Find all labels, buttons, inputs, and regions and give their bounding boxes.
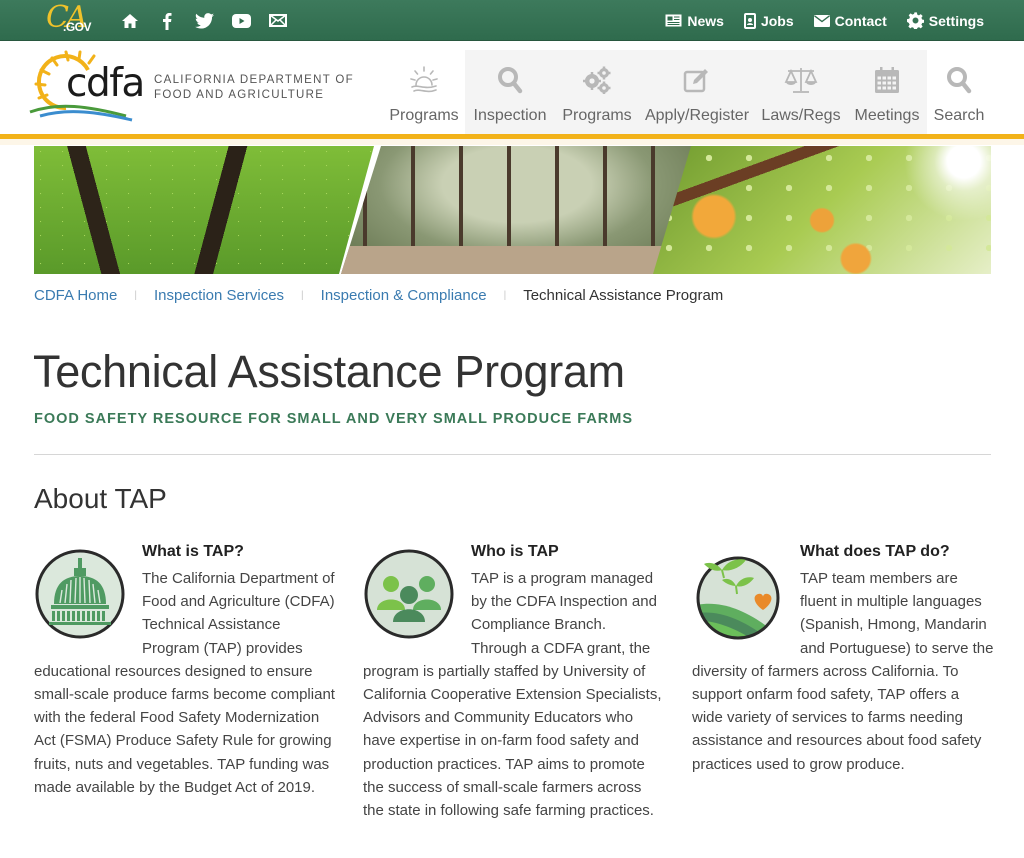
badge-icon bbox=[743, 12, 756, 29]
contact-label: Contact bbox=[834, 12, 887, 29]
page-title: Technical Assistance Program bbox=[33, 346, 625, 397]
page-subtitle: FOOD SAFETY RESOURCE FOR SMALL AND VERY … bbox=[34, 411, 634, 427]
section-divider bbox=[34, 454, 991, 455]
about-column-what: What is TAP? The California Department o… bbox=[34, 540, 336, 799]
settings-label: Settings bbox=[928, 12, 984, 29]
gears-icon bbox=[582, 65, 612, 95]
envelope-icon bbox=[813, 14, 830, 27]
nav-label: Inspection bbox=[473, 107, 547, 124]
newspaper-icon bbox=[665, 14, 682, 27]
settings-link[interactable]: Settings bbox=[906, 12, 984, 29]
ca-gov-logo[interactable]: CA .GOV bbox=[46, 0, 96, 38]
hero-image-orchard bbox=[341, 146, 693, 274]
nav-item-meetings[interactable]: Meetings bbox=[847, 50, 927, 136]
department-name: CALIFORNIA DEPARTMENT OF FOOD AND AGRICU… bbox=[154, 73, 354, 103]
nav-label: Laws/Regs bbox=[761, 107, 841, 124]
magnifier-icon bbox=[497, 65, 523, 95]
breadcrumb-separator: | bbox=[134, 289, 137, 301]
breadcrumb-inspection-compliance[interactable]: Inspection & Compliance bbox=[321, 287, 487, 304]
header-accent-shadow bbox=[0, 139, 1024, 145]
nav-item-search[interactable]: Search bbox=[927, 50, 991, 136]
scales-icon bbox=[784, 65, 818, 95]
jobs-label: Jobs bbox=[760, 12, 794, 29]
search-icon bbox=[946, 65, 972, 95]
news-link[interactable]: News bbox=[665, 13, 724, 29]
section-title: About TAP bbox=[34, 483, 167, 514]
breadcrumb: CDFA Home | Inspection Services | Inspec… bbox=[34, 285, 723, 305]
youtube-icon[interactable] bbox=[231, 11, 251, 31]
nav-item-laws-regs[interactable]: Laws/Regs bbox=[755, 50, 847, 136]
nav-label: Search bbox=[933, 107, 985, 124]
about-column-what-does: What does TAP do? TAP team members are f… bbox=[692, 540, 994, 776]
department-name-line-2: FOOD AND AGRICULTURE bbox=[154, 89, 325, 101]
nav-label: Meetings bbox=[854, 107, 920, 124]
social-links bbox=[120, 0, 288, 41]
facebook-icon[interactable] bbox=[157, 11, 177, 31]
nav-item-apply-register[interactable]: Apply/Register bbox=[639, 50, 755, 136]
edit-icon bbox=[683, 65, 711, 95]
jobs-link[interactable]: Jobs bbox=[743, 12, 794, 29]
nav-label: Programs bbox=[389, 107, 459, 124]
email-icon[interactable] bbox=[268, 11, 288, 31]
capitol-dome-icon bbox=[34, 548, 126, 640]
hero-banner bbox=[34, 146, 991, 274]
nav-item-inspection[interactable]: Inspection bbox=[465, 50, 555, 136]
main-nav: Programs Inspection Programs Apply/Regis… bbox=[383, 50, 991, 136]
news-label: News bbox=[687, 12, 724, 29]
nav-label: Apply/Register bbox=[644, 107, 750, 124]
breadcrumb-current: Technical Assistance Program bbox=[523, 286, 724, 304]
cdfa-logo-word: cdfa bbox=[66, 61, 145, 106]
breadcrumb-cdfa-home[interactable]: CDFA Home bbox=[34, 287, 117, 304]
people-group-icon bbox=[363, 548, 455, 640]
home-icon[interactable] bbox=[120, 11, 140, 31]
cdfa-logo[interactable]: cdfa bbox=[28, 46, 148, 126]
farm-field-icon bbox=[692, 548, 784, 640]
utility-links: News Jobs Contact Settings bbox=[665, 0, 984, 41]
hero-image-lettuce-field bbox=[34, 146, 374, 274]
branding-header: cdfa CALIFORNIA DEPARTMENT OF FOOD AND A… bbox=[0, 42, 1024, 136]
ca-gov-logo-gov: .GOV bbox=[63, 20, 92, 34]
nav-item-programs-home[interactable]: Programs bbox=[383, 50, 465, 136]
contact-link[interactable]: Contact bbox=[813, 12, 887, 29]
calendar-icon bbox=[874, 65, 900, 95]
nav-label: Programs bbox=[562, 107, 632, 124]
breadcrumb-separator: | bbox=[503, 289, 507, 301]
twitter-icon[interactable] bbox=[194, 11, 214, 31]
hero-image-peach-tree bbox=[653, 146, 991, 274]
breadcrumb-separator: | bbox=[301, 289, 304, 301]
gear-icon bbox=[906, 12, 924, 29]
breadcrumb-inspection-services[interactable]: Inspection Services bbox=[154, 287, 284, 304]
about-column-who: Who is TAP TAP is a program managed by t… bbox=[363, 540, 665, 822]
department-name-line-1: CALIFORNIA DEPARTMENT OF bbox=[154, 74, 354, 86]
sun-icon bbox=[408, 65, 440, 95]
nav-item-programs[interactable]: Programs bbox=[555, 50, 639, 136]
utility-bar: CA .GOV News Jobs Contact Settings bbox=[0, 0, 1024, 41]
